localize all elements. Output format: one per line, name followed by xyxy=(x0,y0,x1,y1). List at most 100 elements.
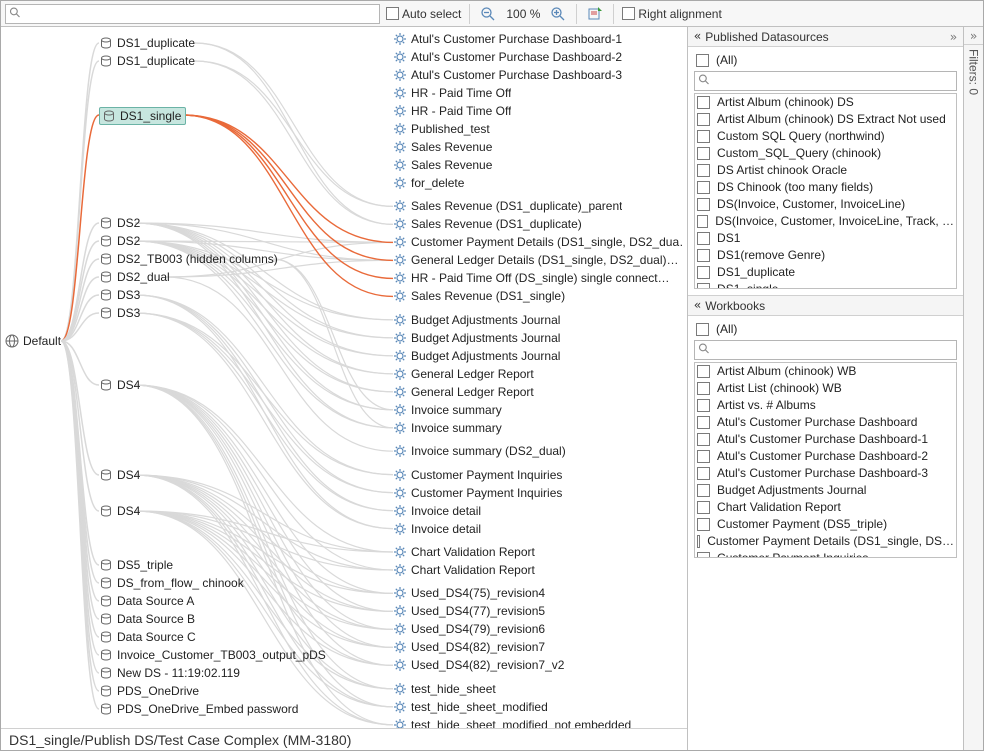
wb-node[interactable]: Invoice summary (DS2_dual) xyxy=(393,443,566,459)
wb-node[interactable]: Chart Validation Report xyxy=(393,562,535,578)
wb-node[interactable]: Used_DS4(82)_revision7 xyxy=(393,639,545,655)
panel-wb-item[interactable]: Atul's Customer Purchase Dashboard-1 xyxy=(695,431,956,448)
ds-node[interactable]: PDS_OneDrive_Embed password xyxy=(99,701,298,717)
auto-select-checkbox[interactable]: Auto select xyxy=(386,7,461,21)
filters-strip[interactable]: » Filters: 0 xyxy=(963,27,983,750)
panel-ds-item[interactable]: DS1_single xyxy=(695,281,956,289)
ds-node[interactable]: DS1_duplicate xyxy=(99,53,195,69)
panel-ds-item[interactable]: DS1(remove Genre) xyxy=(695,247,956,264)
ds-node[interactable]: Data Source C xyxy=(99,629,196,645)
wb-node[interactable]: Invoice detail xyxy=(393,503,481,519)
ds-node[interactable]: DS4 xyxy=(99,467,140,483)
wb-node[interactable]: test_hide_sheet_modified xyxy=(393,699,548,715)
wb-node[interactable]: Customer Payment Details (DS1_single, DS… xyxy=(393,234,683,250)
ds-node[interactable]: PDS_OneDrive xyxy=(99,683,199,699)
panel-ds-item[interactable]: DS(Invoice, Customer, InvoiceLine) xyxy=(695,196,956,213)
wb-node[interactable]: Invoice summary xyxy=(393,420,502,436)
wb-node[interactable]: Sales Revenue (DS1_duplicate) xyxy=(393,216,582,232)
ds-node[interactable]: DS4 xyxy=(99,377,140,393)
panel-wb-item[interactable]: Artist List (chinook) WB xyxy=(695,380,956,397)
panel-ds-item[interactable]: DS1 xyxy=(695,230,956,247)
panel-ds-item[interactable]: Custom SQL Query (northwind) xyxy=(695,128,956,145)
wb-node[interactable]: test_hide_sheet_modified_not embedded xyxy=(393,717,631,728)
panel-wb-list[interactable]: Artist Album (chinook) WBArtist List (ch… xyxy=(694,362,957,558)
wb-node[interactable]: Sales Revenue xyxy=(393,139,492,155)
right-alignment-checkbox[interactable]: Right alignment xyxy=(622,7,721,21)
wb-node[interactable]: test_hide_sheet xyxy=(393,681,496,697)
wb-node[interactable]: HR - Paid Time Off xyxy=(393,103,511,119)
panel-ds-item[interactable]: DS Chinook (too many fields) xyxy=(695,179,956,196)
panel-wb-item[interactable]: Artist vs. # Albums xyxy=(695,397,956,414)
wb-node[interactable]: General Ledger Report xyxy=(393,384,534,400)
wb-node[interactable]: Atul's Customer Purchase Dashboard-3 xyxy=(393,67,622,83)
select-all-wb[interactable]: (All) xyxy=(694,320,957,338)
ds-node[interactable]: Invoice_Customer_TB003_output_pDS xyxy=(99,647,326,663)
panel-ds-item[interactable]: DS Artist chinook Oracle xyxy=(695,162,956,179)
wb-node[interactable]: Invoice detail xyxy=(393,521,481,537)
wb-node[interactable]: Invoice summary xyxy=(393,402,502,418)
search-input[interactable] xyxy=(5,4,380,24)
chevron-right-icon[interactable]: » xyxy=(950,30,957,44)
wb-node[interactable]: Customer Payment Inquiries xyxy=(393,485,562,501)
wb-node[interactable]: Budget Adjustments Journal xyxy=(393,348,560,364)
wb-node[interactable]: Sales Revenue xyxy=(393,157,492,173)
panel-wb-search-input[interactable] xyxy=(694,340,957,360)
panel-wb-item[interactable]: Atul's Customer Purchase Dashboard-3 xyxy=(695,465,956,482)
wb-node[interactable]: Chart Validation Report xyxy=(393,544,535,560)
wb-node[interactable]: General Ledger Report xyxy=(393,366,534,382)
wb-node[interactable]: HR - Paid Time Off xyxy=(393,85,511,101)
ds-node[interactable]: DS2 xyxy=(99,233,140,249)
ds-node[interactable]: DS1_single xyxy=(99,107,186,125)
ds-node[interactable]: DS1_duplicate xyxy=(99,35,195,51)
wb-node[interactable]: Used_DS4(77)_revision5 xyxy=(393,603,545,619)
panel-ds-list[interactable]: Artist Album (chinook) DSArtist Album (c… xyxy=(694,93,957,289)
panel-wb-item[interactable]: Artist Album (chinook) WB xyxy=(695,363,956,380)
panel-wb-item[interactable]: Customer Payment Details (DS1_single, DS… xyxy=(695,533,956,550)
ds-node[interactable]: New DS - 11:19:02.119 xyxy=(99,665,240,681)
wb-node[interactable]: for_delete xyxy=(393,175,464,191)
wb-node[interactable]: Customer Payment Inquiries xyxy=(393,467,562,483)
ds-node[interactable]: DS3 xyxy=(99,305,140,321)
wb-node[interactable]: Sales Revenue (DS1_single) xyxy=(393,288,565,304)
panel-ds-item[interactable]: Artist Album (chinook) DS Extract Not us… xyxy=(695,111,956,128)
ds-node[interactable]: Data Source A xyxy=(99,593,194,609)
wb-node[interactable]: HR - Paid Time Off (DS_single) single co… xyxy=(393,270,670,286)
panel-ds-item[interactable]: DS1_duplicate xyxy=(695,264,956,281)
zoom-in-button[interactable] xyxy=(548,4,568,24)
panel-header-ds[interactable]: « Published Datasources » xyxy=(688,27,963,47)
ds-node[interactable]: DS5_triple xyxy=(99,557,173,573)
ds-node[interactable]: DS2_TB003 (hidden columns) xyxy=(99,251,278,267)
diagram-canvas[interactable]: DS1_duplicate DS1_duplicate DS1_single DS2 D… xyxy=(1,27,687,728)
export-button[interactable] xyxy=(585,4,605,24)
panel-wb-item[interactable]: Customer Payment Inquiries xyxy=(695,550,956,558)
zoom-out-button[interactable] xyxy=(478,4,498,24)
panel-ds-search-input[interactable] xyxy=(694,71,957,91)
panel-wb-item[interactable]: Atul's Customer Purchase Dashboard xyxy=(695,414,956,431)
panel-ds-item[interactable]: Custom_SQL_Query (chinook) xyxy=(695,145,956,162)
wb-node[interactable]: Atul's Customer Purchase Dashboard-1 xyxy=(393,31,622,47)
chevron-right-icon[interactable]: » xyxy=(964,27,983,45)
wb-node[interactable]: Atul's Customer Purchase Dashboard-2 xyxy=(393,49,622,65)
panel-wb-item[interactable]: Customer Payment (DS5_triple) xyxy=(695,516,956,533)
panel-header-wb[interactable]: « Workbooks xyxy=(688,296,963,316)
ds-node[interactable]: DS_from_flow_ chinook xyxy=(99,575,244,591)
panel-wb-item[interactable]: Atul's Customer Purchase Dashboard-2 xyxy=(695,448,956,465)
wb-node[interactable]: Used_DS4(75)_revision4 xyxy=(393,585,545,601)
ds-node[interactable]: DS3 xyxy=(99,287,140,303)
wb-node[interactable]: Used_DS4(82)_revision7_v2 xyxy=(393,657,564,673)
wb-node[interactable]: Budget Adjustments Journal xyxy=(393,312,560,328)
root-node[interactable]: Default xyxy=(5,333,61,349)
panel-wb-item[interactable]: Chart Validation Report xyxy=(695,499,956,516)
panel-ds-item[interactable]: DS(Invoice, Customer, InvoiceLine, Track… xyxy=(695,213,956,230)
panel-wb-item[interactable]: Budget Adjustments Journal xyxy=(695,482,956,499)
wb-node[interactable]: Used_DS4(79)_revision6 xyxy=(393,621,545,637)
select-all-ds[interactable]: (All) xyxy=(694,51,957,69)
wb-node[interactable]: Budget Adjustments Journal xyxy=(393,330,560,346)
wb-node[interactable]: Published_test xyxy=(393,121,490,137)
ds-node[interactable]: DS4 xyxy=(99,503,140,519)
panel-ds-item[interactable]: Artist Album (chinook) DS xyxy=(695,94,956,111)
ds-node[interactable]: DS2_dual xyxy=(99,269,170,285)
wb-node[interactable]: Sales Revenue (DS1_duplicate)_parent xyxy=(393,198,622,214)
wb-node[interactable]: General Ledger Details (DS1_single, DS2_… xyxy=(393,252,678,268)
ds-node[interactable]: DS2 xyxy=(99,215,140,231)
